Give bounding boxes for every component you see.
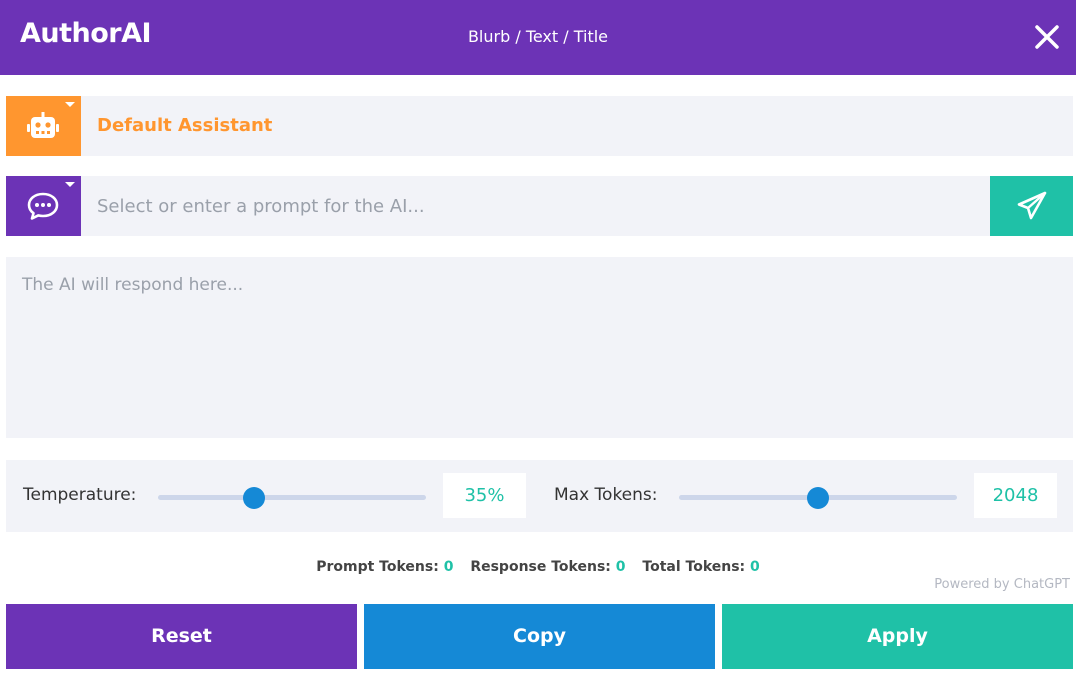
caret-down-icon bbox=[65, 182, 75, 187]
settings-panel: Temperature: 35% Max Tokens: 2048 bbox=[6, 460, 1073, 532]
powered-by-text: Powered by ChatGPT bbox=[934, 577, 1070, 592]
temperature-label: Temperature: bbox=[23, 485, 137, 505]
caret-down-icon bbox=[65, 102, 75, 107]
max-tokens-label: Max Tokens: bbox=[554, 485, 658, 505]
app-header: AuthorAI Blurb / Text / Title bbox=[0, 0, 1076, 75]
prompt-dropdown-button[interactable] bbox=[6, 176, 81, 236]
prompt-tokens-label: Prompt Tokens: bbox=[316, 559, 439, 575]
robot-icon bbox=[27, 112, 59, 138]
prompt-tokens-value: 0 bbox=[443, 559, 454, 575]
assistant-selector[interactable]: Default Assistant bbox=[6, 96, 1073, 156]
breadcrumb: Blurb / Text / Title bbox=[467, 27, 609, 46]
max-tokens-slider[interactable] bbox=[679, 487, 957, 509]
assistant-name: Default Assistant bbox=[97, 115, 273, 136]
copy-button[interactable]: Copy bbox=[364, 604, 715, 669]
temperature-slider[interactable] bbox=[158, 487, 426, 509]
prompt-bar bbox=[6, 176, 1073, 236]
response-textarea[interactable] bbox=[6, 257, 1073, 438]
paper-plane-icon bbox=[1017, 191, 1047, 220]
max-tokens-value[interactable]: 2048 bbox=[974, 473, 1057, 518]
total-tokens-label: Total Tokens: bbox=[642, 559, 746, 575]
close-button[interactable] bbox=[1030, 22, 1064, 52]
send-button[interactable] bbox=[990, 176, 1073, 236]
response-tokens-label: Response Tokens: bbox=[470, 559, 611, 575]
reset-button[interactable]: Reset bbox=[6, 604, 357, 669]
prompt-input[interactable] bbox=[81, 176, 990, 236]
close-icon bbox=[1035, 25, 1059, 49]
chat-bubble-icon bbox=[27, 192, 59, 220]
token-counts: Prompt Tokens: 0 Response Tokens: 0 Tota… bbox=[0, 559, 1076, 575]
max-tokens-slider-thumb[interactable] bbox=[807, 487, 829, 509]
apply-button[interactable]: Apply bbox=[722, 604, 1073, 669]
total-tokens: Total Tokens: 0 bbox=[642, 559, 759, 575]
temperature-slider-thumb[interactable] bbox=[243, 487, 266, 509]
total-tokens-value: 0 bbox=[750, 559, 760, 575]
response-tokens-value: 0 bbox=[615, 559, 626, 575]
assistant-dropdown-button[interactable] bbox=[6, 96, 81, 156]
response-tokens: Response Tokens: 0 bbox=[470, 559, 625, 575]
temperature-value[interactable]: 35% bbox=[443, 473, 526, 518]
prompt-tokens: Prompt Tokens: 0 bbox=[316, 559, 453, 575]
